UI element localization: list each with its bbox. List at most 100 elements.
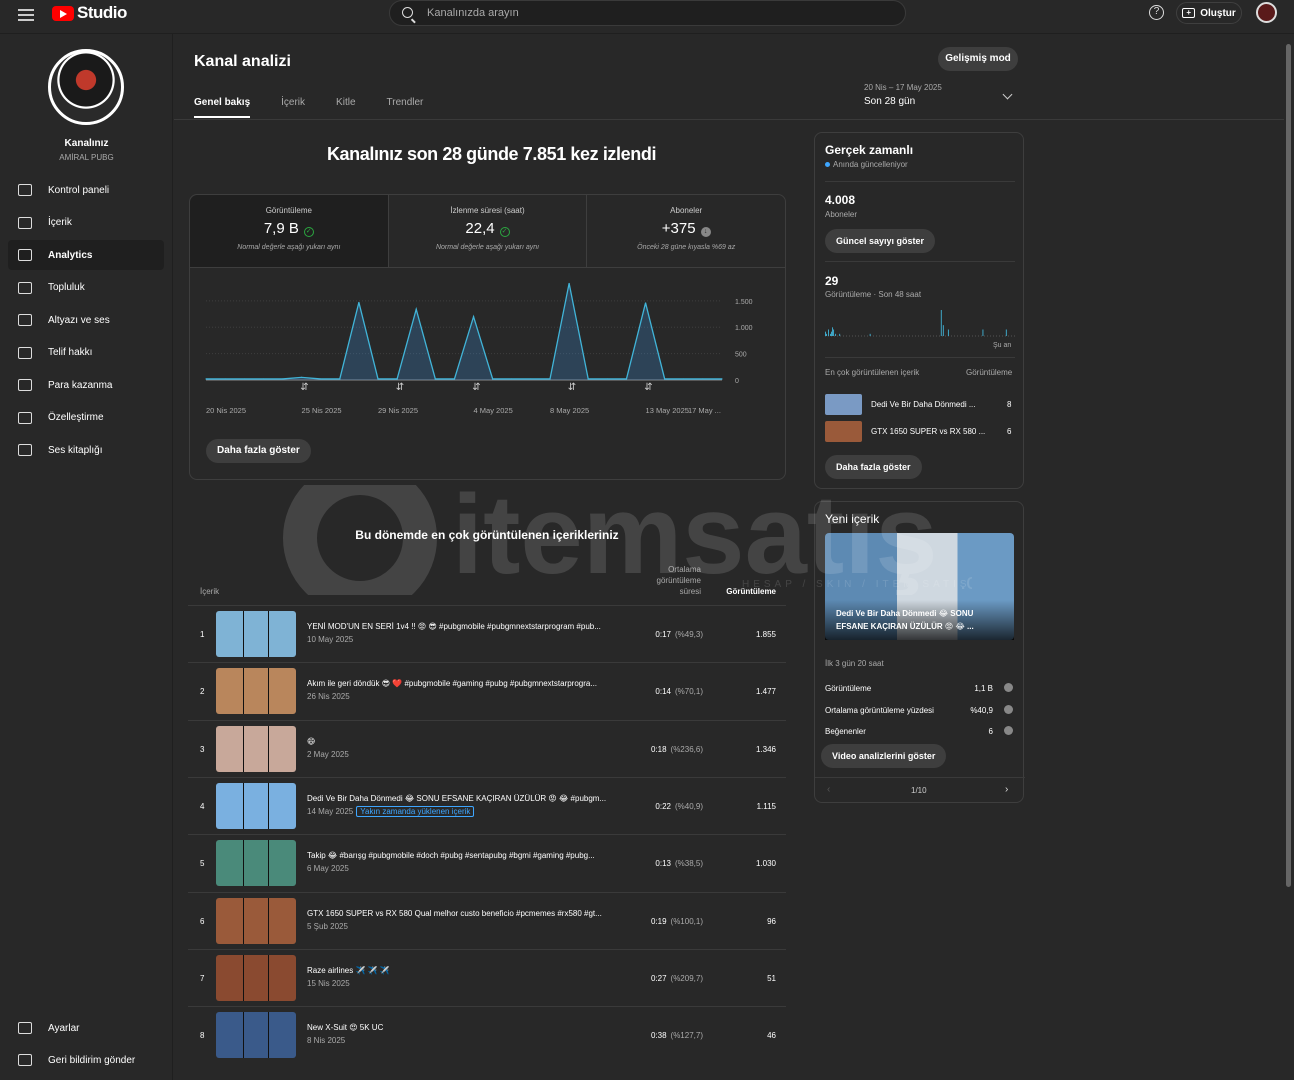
upload-marker-icon[interactable]: ⇵ <box>300 382 308 393</box>
show-more-button[interactable]: Daha fazla göster <box>825 455 922 479</box>
stat-tile-1[interactable]: İzlenme süresi (saat) 22,4 ✓ Normal değerle… <box>389 195 588 267</box>
item-thumbnail[interactable] <box>825 394 862 415</box>
video-thumbnail[interactable] <box>216 611 296 657</box>
table-row[interactable]: 3 😄 2 May 2025 0:18 (%236,6) 1.346 <box>188 719 786 777</box>
tab-2[interactable]: Kitle <box>336 97 355 118</box>
realtime-bar[interactable] <box>831 331 832 336</box>
realtime-bar[interactable] <box>835 333 837 336</box>
advanced-mode-button[interactable]: Gelişmiş mod <box>938 47 1018 71</box>
data-point[interactable] <box>702 378 704 380</box>
account-avatar[interactable] <box>1256 2 1277 23</box>
data-point[interactable] <box>415 308 417 310</box>
realtime-bar[interactable] <box>947 329 949 337</box>
data-point[interactable] <box>472 316 475 318</box>
video-title[interactable]: Akım ile geri döndük 😎 ❤️ #pubgmobile #g… <box>307 679 629 688</box>
info-icon[interactable] <box>1004 704 1013 714</box>
upload-marker-icon[interactable]: ⇵ <box>472 382 480 393</box>
sidebar-item-0[interactable]: Kontrol paneli <box>8 175 164 205</box>
tab-3[interactable]: Trendler <box>387 97 424 118</box>
upload-marker-icon[interactable]: ⇵ <box>644 382 652 393</box>
realtime-bar[interactable] <box>869 333 871 336</box>
realtime-bar[interactable] <box>825 331 826 336</box>
data-point[interactable] <box>300 376 303 378</box>
realtime-bar[interactable] <box>1005 329 1007 337</box>
video-thumbnail[interactable] <box>216 1012 296 1059</box>
data-point[interactable] <box>492 378 494 380</box>
data-point[interactable] <box>453 378 456 380</box>
data-point[interactable] <box>530 378 532 380</box>
data-point[interactable] <box>549 378 551 380</box>
sidebar-item-3[interactable]: Topluluk <box>8 273 164 303</box>
data-point[interactable] <box>587 378 589 380</box>
video-title[interactable]: Dedi Ve Bir Daha Dönmedi 😂 SONU EFSANE K… <box>307 794 629 803</box>
period-select[interactable]: Son 28 gün <box>864 96 915 107</box>
table-row[interactable]: 7 Raze airlines ✈️ ✈️ ✈️ 15 Nis 2025 0:27 (%… <box>188 948 786 1006</box>
video-analytics-button[interactable]: Video analizlerini göster <box>821 744 947 768</box>
create-button[interactable]: + Oluştur <box>1176 2 1242 24</box>
data-point[interactable] <box>683 378 685 380</box>
sidebar-item-1[interactable]: İçerik <box>8 208 164 238</box>
new-video-thumbnail[interactable]: Dedi Ve Bir Daha Dönmedi 😂 SONU EFSANE K… <box>825 533 1014 640</box>
realtime-bar[interactable] <box>830 333 831 336</box>
help-icon[interactable]: ? <box>1149 5 1164 20</box>
sidebar-bottom-item-0[interactable]: Ayarlar <box>8 1013 164 1043</box>
table-row[interactable]: 8 New X-Suit 😍 5K UC 8 Nis 2025 0:38 (%127,7… <box>188 1006 786 1063</box>
video-thumbnail[interactable] <box>216 954 296 1001</box>
sidebar-item-6[interactable]: Para kazanma <box>8 370 164 400</box>
table-row[interactable]: 1 YENİ MOD'UN EN SERİ 1v4 !! 😡 😎 #pubgmob… <box>188 605 786 662</box>
video-thumbnail[interactable] <box>216 897 296 944</box>
data-point[interactable] <box>511 378 513 380</box>
data-point[interactable] <box>664 378 666 380</box>
sidebar-item-5[interactable]: Telif hakkı <box>8 338 164 368</box>
tab-1[interactable]: İçerik <box>281 97 305 118</box>
table-row[interactable]: 5 Takip 😂 #barışg #pubgmobile #doch #pubg… <box>188 834 786 891</box>
upload-marker-icon[interactable]: ⇵ <box>396 382 404 393</box>
realtime-bar[interactable] <box>839 333 841 336</box>
channel-avatar[interactable] <box>48 49 124 125</box>
col-views[interactable]: Görüntüleme <box>714 587 776 596</box>
sidebar-item-4[interactable]: Altyazı ve ses <box>8 305 164 335</box>
video-title[interactable]: Takip 😂 #barışg #pubgmobile #doch #pubg … <box>307 851 629 860</box>
data-point[interactable] <box>262 378 264 380</box>
table-row[interactable]: 4 Dedi Ve Bir Daha Dönmedi 😂 SONU EFSANE … <box>188 776 786 834</box>
data-point[interactable] <box>224 378 226 380</box>
video-thumbnail[interactable] <box>216 725 296 772</box>
video-title[interactable]: GTX 1650 SUPER vs RX 580 Qual melhor cus… <box>307 909 629 918</box>
realtime-bar[interactable] <box>942 325 944 336</box>
realtime-bar[interactable] <box>826 333 827 336</box>
col-avg-duration[interactable]: Ortalama görüntüleme süresi <box>644 564 701 597</box>
next-page-icon[interactable]: › <box>1005 784 1008 795</box>
item-thumbnail[interactable] <box>825 421 862 442</box>
data-point[interactable] <box>434 378 436 380</box>
data-point[interactable] <box>721 378 723 380</box>
data-point[interactable] <box>568 282 570 285</box>
video-title[interactable]: Raze airlines ✈️ ✈️ ✈️ <box>307 966 629 975</box>
stat-tile-0[interactable]: Görüntüleme 7,9 B ✓ Normal değerle aşağı yu… <box>190 195 389 267</box>
tab-0[interactable]: Genel bakış <box>194 97 251 118</box>
video-thumbnail[interactable] <box>216 840 296 887</box>
hamburger-menu-icon[interactable] <box>18 7 34 21</box>
video-title[interactable]: 😄 <box>307 737 629 746</box>
table-row[interactable]: 2 Akım ile geri döndük 😎 ❤️ #pubgmobile #… <box>188 662 786 719</box>
upload-marker-icon[interactable]: ⇵ <box>568 382 576 393</box>
table-row[interactable]: 6 GTX 1650 SUPER vs RX 580 Qual melhor cu… <box>188 891 786 949</box>
data-point[interactable] <box>644 302 647 304</box>
realtime-bar[interactable] <box>833 329 835 337</box>
show-live-count-button[interactable]: Güncel sayıyı göster <box>825 229 936 253</box>
item-title[interactable]: GTX 1650 SUPER vs RX 580 ... <box>871 427 985 436</box>
info-icon[interactable] <box>1004 683 1013 692</box>
item-title[interactable]: Dedi Ve Bir Daha Dönmedi ... <box>871 400 976 409</box>
realtime-bar[interactable] <box>828 329 829 337</box>
video-title[interactable]: YENİ MOD'UN EN SERİ 1v4 !! 😡 😎 #pubgmobi… <box>307 622 629 631</box>
data-point[interactable] <box>243 378 245 380</box>
sidebar-item-8[interactable]: Ses kitaplığı <box>8 435 164 465</box>
data-point[interactable] <box>281 378 284 380</box>
data-point[interactable] <box>320 378 322 380</box>
data-point[interactable] <box>377 378 379 380</box>
data-point[interactable] <box>396 378 398 380</box>
video-title[interactable]: New X-Suit 😍 5K UC <box>307 1023 629 1032</box>
show-more-button[interactable]: Daha fazla göster <box>206 439 311 463</box>
data-point[interactable] <box>339 378 341 380</box>
data-point[interactable] <box>625 378 628 380</box>
sidebar-bottom-item-1[interactable]: Geri bildirim gönder <box>8 1045 164 1075</box>
